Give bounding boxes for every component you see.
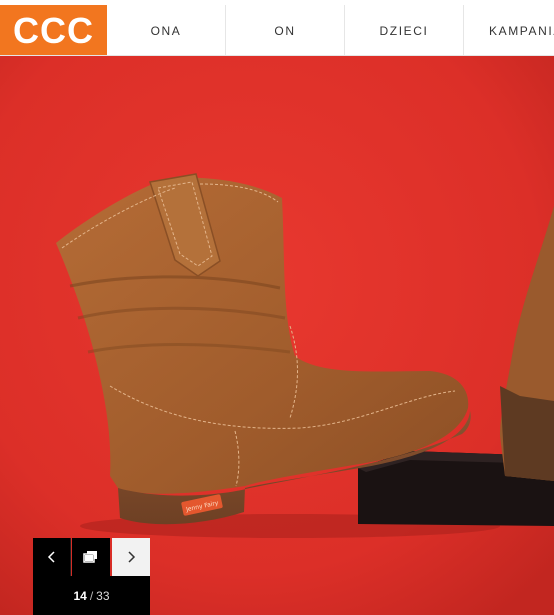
nav-item-kampania[interactable]: KAMPANIA bbox=[464, 5, 554, 55]
main-nav: ONA ON DZIECI KAMPANIA bbox=[107, 5, 554, 55]
top-navigation-bar: CCC ONA ON DZIECI KAMPANIA bbox=[0, 0, 554, 56]
gallery-controls: 14 / 33 bbox=[33, 538, 150, 615]
logo-text: CCC bbox=[13, 9, 94, 51]
nav-item-on[interactable]: ON bbox=[226, 5, 345, 55]
total-image-count: 33 bbox=[96, 588, 110, 603]
next-button[interactable] bbox=[112, 538, 150, 576]
current-image-number: 14 bbox=[73, 588, 87, 603]
counter-separator: / bbox=[89, 588, 94, 603]
ccc-logo[interactable]: CCC bbox=[0, 5, 107, 55]
fullscreen-icon bbox=[83, 551, 97, 563]
image-counter: 14 / 33 bbox=[33, 576, 150, 615]
hero-product-image: Jenny Fairy bbox=[0, 56, 554, 615]
fullscreen-button[interactable] bbox=[72, 538, 110, 576]
nav-item-ona[interactable]: ONA bbox=[107, 5, 226, 55]
previous-button[interactable] bbox=[33, 538, 71, 576]
chevron-right-icon bbox=[128, 551, 136, 563]
chevron-left-icon bbox=[47, 551, 55, 563]
boot-photo: Jenny Fairy bbox=[0, 56, 554, 615]
nav-item-dzieci[interactable]: DZIECI bbox=[345, 5, 464, 55]
